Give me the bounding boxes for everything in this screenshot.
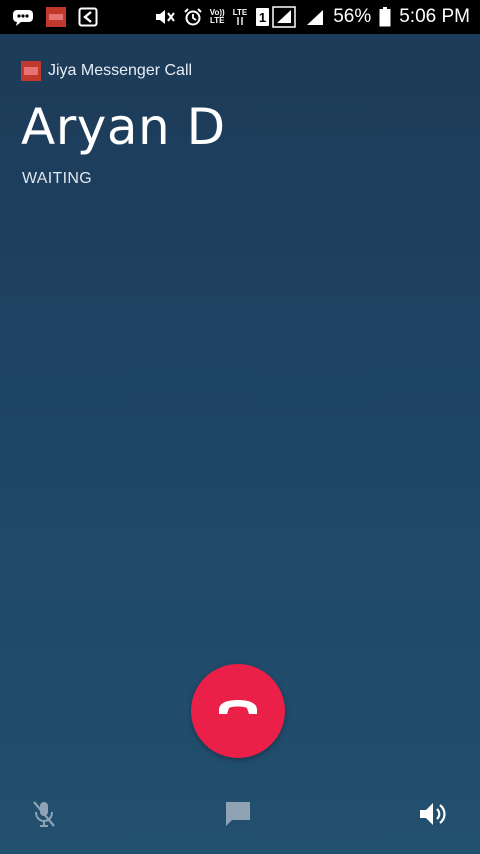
status-bar-left — [12, 7, 98, 27]
mute-mic-icon — [31, 799, 57, 834]
signal-icon — [305, 8, 325, 26]
call-status: WAITING — [22, 170, 92, 187]
alarm-icon — [184, 8, 202, 26]
clock: 5:06 PM — [399, 6, 470, 27]
battery-icon — [379, 7, 391, 27]
volte-icon: Vo)) LTE — [209, 8, 225, 25]
messages-icon — [12, 8, 34, 26]
status-bar-right: Vo)) LTE LTE 1 56% 5:06 PM — [154, 6, 470, 28]
speaker-button[interactable] — [415, 798, 451, 834]
chat-icon — [223, 799, 253, 834]
lte-icon: LTE — [233, 9, 247, 25]
sim-signal-icon: 1 — [255, 6, 297, 28]
sim-number: 1 — [259, 10, 266, 25]
app-logo-icon — [21, 61, 41, 81]
hang-up-icon — [217, 698, 259, 725]
mute-button[interactable] — [26, 798, 62, 834]
battery-percent: 56% — [333, 6, 372, 27]
app-notification-icon — [46, 7, 66, 27]
chat-button[interactable] — [220, 798, 256, 834]
app-name: Jiya Messenger Call — [48, 62, 193, 79]
cast-icon — [78, 7, 98, 27]
app-header: Jiya Messenger Call — [21, 61, 192, 81]
status-bar: Vo)) LTE LTE 1 56% 5:06 PM — [0, 0, 480, 34]
mute-icon — [154, 8, 176, 26]
speaker-icon — [417, 800, 449, 833]
caller-name: Aryan D — [21, 98, 226, 156]
end-call-button[interactable] — [191, 664, 285, 758]
